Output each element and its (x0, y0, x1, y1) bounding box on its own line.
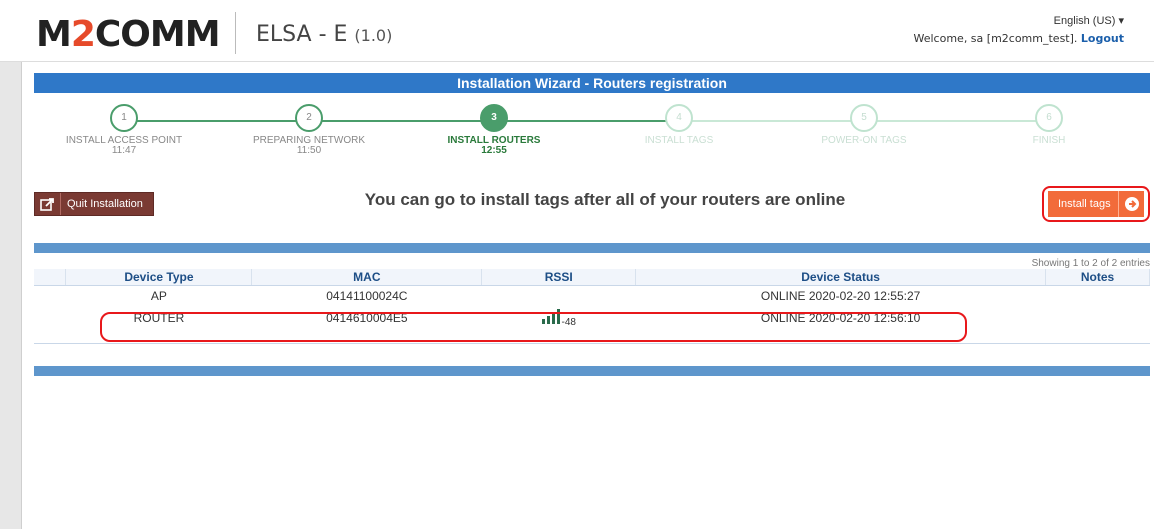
step-finish: 6 FINISH (969, 104, 1129, 146)
cell-mac: 04141100024C (326, 289, 408, 304)
step-preparing-network: 2 PREPARING NETWORK 11:50 (229, 104, 389, 156)
left-sidebar (0, 62, 22, 529)
quit-installation-button[interactable]: Quit Installation (34, 192, 154, 216)
app-title: ELSA - E (1.0) (256, 22, 393, 47)
install-tags-button[interactable]: Install tags (1048, 191, 1144, 217)
cell-device-type: AP (150, 289, 167, 304)
cell-notes (1046, 307, 1150, 329)
step-install-routers: 3 INSTALL ROUTERS 12:55 (414, 104, 574, 156)
app-version: (1.0) (354, 26, 393, 45)
col-mac[interactable]: MAC (251, 269, 483, 286)
table-bottom-border (34, 343, 1150, 344)
cell-rssi (482, 285, 636, 307)
showing-entries: Showing 1 to 2 of 2 entries (1031, 258, 1150, 269)
m2comm-logo: M2COMM (36, 14, 221, 55)
router-row-highlight (100, 312, 967, 342)
table-bottom-band (34, 366, 1150, 376)
share-exit-icon (35, 193, 61, 215)
language-selector[interactable]: English (US) ▾ (1054, 14, 1124, 27)
step-power-on-tags: 5 POWER-ON TAGS (784, 104, 944, 146)
logout-link[interactable]: Logout (1081, 32, 1124, 45)
step-install-tags: 4 INSTALL TAGS (599, 104, 759, 146)
col-notes[interactable]: Notes (1045, 269, 1150, 286)
cell-status: ONLINE 2020-02-20 12:55:27 (760, 289, 921, 304)
col-device-type[interactable]: Device Type (65, 269, 253, 286)
arrow-right-circle-icon (1118, 191, 1144, 217)
header-divider (235, 12, 236, 54)
step-install-access-point: 1 INSTALL ACCESS POINT 11:47 (44, 104, 204, 156)
wizard-steps: 1 INSTALL ACCESS POINT 11:47 2 PREPARING… (34, 104, 1150, 164)
col-device-status[interactable]: Device Status (635, 269, 1046, 286)
col-rssi[interactable]: RSSI (481, 269, 637, 286)
cell-notes (1046, 285, 1150, 307)
install-notice: You can go to install tags after all of … (364, 190, 846, 209)
wizard-title: Installation Wizard - Routers registrati… (34, 73, 1150, 93)
col-select[interactable] (34, 269, 67, 286)
table-row[interactable]: AP 04141100024C ONLINE 2020-02-20 12:55:… (34, 285, 1150, 307)
welcome-text: Welcome, sa [m2comm_test]. Logout (913, 32, 1125, 45)
app-header: M2COMM ELSA - E (1.0) English (US) ▾ Wel… (0, 0, 1154, 62)
table-top-band (34, 243, 1150, 253)
